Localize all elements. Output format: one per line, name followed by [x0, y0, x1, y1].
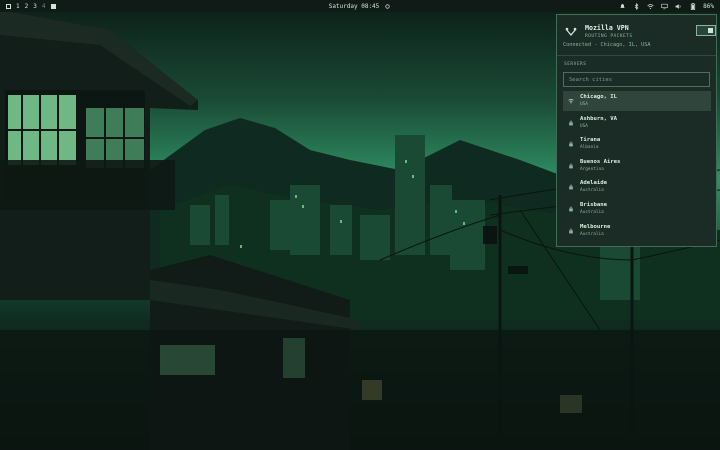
server-list: Chicago, IL USA Ashburn, VA USA Tirana A… [563, 91, 711, 242]
server-city: Buenos Aires [580, 158, 621, 165]
server-country: Australia [580, 209, 604, 215]
lock-icon [569, 228, 573, 233]
server-city: Brisbane [580, 201, 607, 208]
vpn-toggle-knob [708, 28, 713, 33]
search-cities-input[interactable] [563, 72, 710, 87]
server-city: Tirana [580, 137, 601, 144]
server-city: Adelaide [580, 180, 607, 187]
lock-icon [569, 141, 573, 147]
workspace-overview-icon[interactable] [6, 3, 11, 9]
server-country: Albania [580, 145, 599, 151]
active-window-icon[interactable] [50, 3, 56, 9]
server-item[interactable]: Chicago, IL USA [563, 91, 711, 111]
lock-icon [569, 120, 573, 125]
top-bar: 1 2 3 4 Saturday 08:45 86% [0, 0, 720, 12]
clock-area: Saturday 08:45 [0, 0, 720, 12]
vpn-title: Mozilla VPN [585, 24, 629, 32]
connection-status: Connected - Chicago, IL, USA [563, 42, 651, 48]
clock-text[interactable]: Saturday 08:45 [329, 3, 380, 10]
lock-icon [569, 184, 573, 190]
vpn-toggle[interactable] [696, 25, 716, 36]
system-tray: 86% [619, 0, 714, 12]
display-icon[interactable] [661, 3, 668, 10]
server-item[interactable]: Adelaide Australia [563, 177, 711, 197]
wifi-icon [568, 98, 574, 104]
lock-icon [569, 206, 573, 212]
server-item[interactable]: Brisbane Australia [563, 199, 711, 219]
workspace-1[interactable]: 1 [16, 3, 20, 10]
server-country: USA [580, 123, 588, 129]
workspace-2[interactable]: 2 [25, 3, 29, 10]
server-item[interactable]: Tirana Albania [563, 134, 711, 154]
vpn-panel: Mozilla VPN ROUTING PACKETS Connected - … [556, 14, 717, 247]
weather-sun-icon [385, 3, 390, 9]
server-country: Argentina [580, 166, 604, 172]
wifi-icon[interactable] [647, 3, 654, 10]
server-city: Ashburn, VA [580, 115, 618, 122]
server-city: Chicago, IL [580, 94, 618, 100]
workspace-4[interactable]: 4 [42, 3, 46, 10]
panel-divider [557, 55, 716, 56]
vpn-logo-icon [565, 27, 577, 37]
vpn-subtitle: ROUTING PACKETS [585, 34, 633, 39]
workspace-3[interactable]: 3 [33, 3, 37, 10]
bluetooth-icon[interactable] [633, 2, 640, 10]
server-country: USA [580, 102, 588, 107]
battery-percentage[interactable]: 86% [703, 3, 714, 10]
server-item[interactable]: Buenos Aires Argentina [563, 156, 711, 176]
server-city: Melbourne [580, 223, 611, 230]
volume-icon[interactable] [675, 3, 682, 10]
servers-heading: SERVERS [564, 62, 587, 67]
server-country: Australia [580, 231, 604, 237]
server-item[interactable]: Melbourne Australia [563, 221, 711, 241]
notification-bell-icon[interactable] [619, 3, 626, 10]
battery-icon[interactable] [689, 2, 696, 10]
server-item[interactable]: Ashburn, VA USA [563, 113, 711, 133]
lock-icon [569, 163, 573, 169]
server-country: Australia [580, 188, 604, 194]
workspace-switcher: 1 2 3 4 [0, 3, 56, 10]
